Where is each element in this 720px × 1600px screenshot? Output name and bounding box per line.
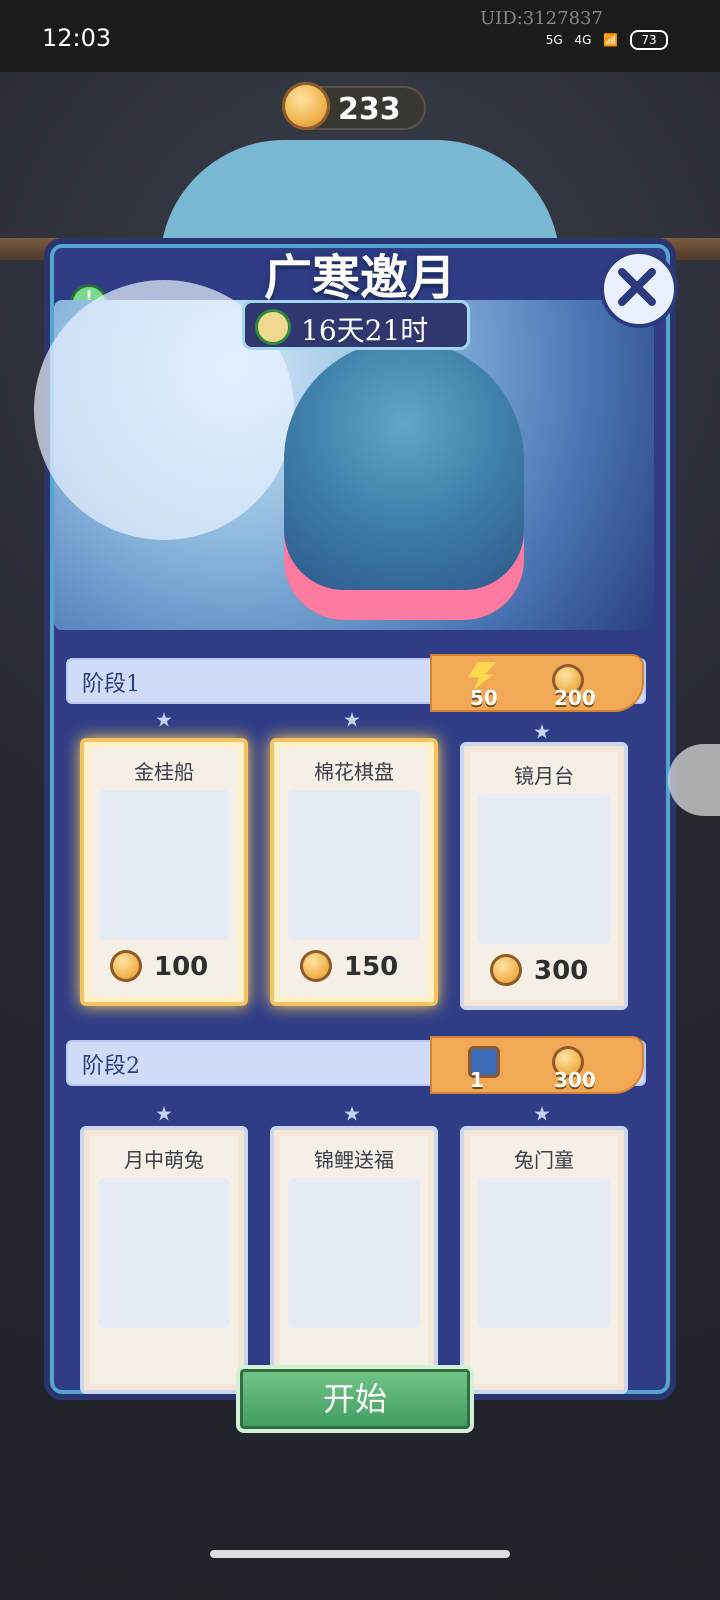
stage1-energy: 50 [468,662,558,710]
item-image [478,794,610,944]
stage2-ticket: 1 [468,1046,558,1092]
wifi-icon: 📶 [603,33,619,47]
stage1-energy-value: 50 [470,686,498,710]
item-card[interactable]: 棉花棋盘 150 [270,738,438,1006]
item-name: 棉花棋盘 [314,760,394,784]
item-image [478,1178,610,1328]
mooncake-icon [282,82,330,130]
close-button[interactable] [600,250,678,328]
gesture-handle [210,1550,510,1558]
item-price: 300 [464,954,624,994]
start-button[interactable]: 开始 [236,1365,474,1433]
event-timer: 16天21时 [242,300,470,350]
status-icons: 5G 4G 📶 73 [538,30,668,50]
item-card[interactable]: 镜月台 300 [460,742,628,1010]
stage1-label: 阶段1 [82,672,140,697]
currency-pill: 233 [282,82,426,130]
stage2-coins: 300 [552,1046,642,1092]
item-name: 兔门童 [514,1148,574,1172]
character-illustration [284,340,524,620]
stage1-coins: 200 [552,664,642,710]
item-name: 金桂船 [134,760,194,784]
battery-indicator: 73 [630,30,668,50]
stage1-reward: 50 200 [430,654,644,712]
item-card[interactable]: 锦鲤送福 [270,1126,438,1394]
mooncake-icon [110,950,142,982]
status-bar: 12:03 UID:3127837 5G 4G 📶 73 [0,0,720,72]
item-card[interactable]: 金桂船 100 [80,738,248,1006]
item-card[interactable]: 月中萌兔 [80,1126,248,1394]
item-price: 150 [274,950,434,990]
stage2-label: 阶段2 [82,1054,140,1079]
status-time: 12:03 [42,24,112,52]
item-name: 镜月台 [514,764,574,788]
item-price: 100 [84,950,244,990]
stage2-coins-value: 300 [554,1068,596,1092]
price-value: 100 [154,952,209,982]
item-name: 月中萌兔 [124,1148,204,1172]
item-image [288,1178,420,1328]
network-5g: 5G [545,33,563,47]
timer-text: 16天21时 [301,314,429,347]
stage1-bar: 阶段1 50 200 [66,654,646,712]
close-icon [618,268,656,306]
clock-icon [255,309,291,345]
mooncake-icon [300,950,332,982]
network-4g: 4G [574,33,592,47]
stage2-bar: 阶段2 1 300 [66,1036,646,1094]
item-name: 锦鲤送福 [314,1148,394,1172]
price-value: 300 [534,956,589,986]
item-image [288,790,420,940]
item-card[interactable]: 兔门童 [460,1126,628,1394]
currency-value: 233 [338,92,401,127]
stage2-reward: 1 300 [430,1036,644,1094]
price-value: 150 [344,952,399,982]
mooncake-icon [490,954,522,986]
stage2-ticket-value: 1 [470,1068,484,1092]
stage1-coins-value: 200 [554,686,596,710]
item-image [98,1178,230,1328]
uid-text: UID:3127837 [480,8,603,29]
item-image [98,790,230,940]
